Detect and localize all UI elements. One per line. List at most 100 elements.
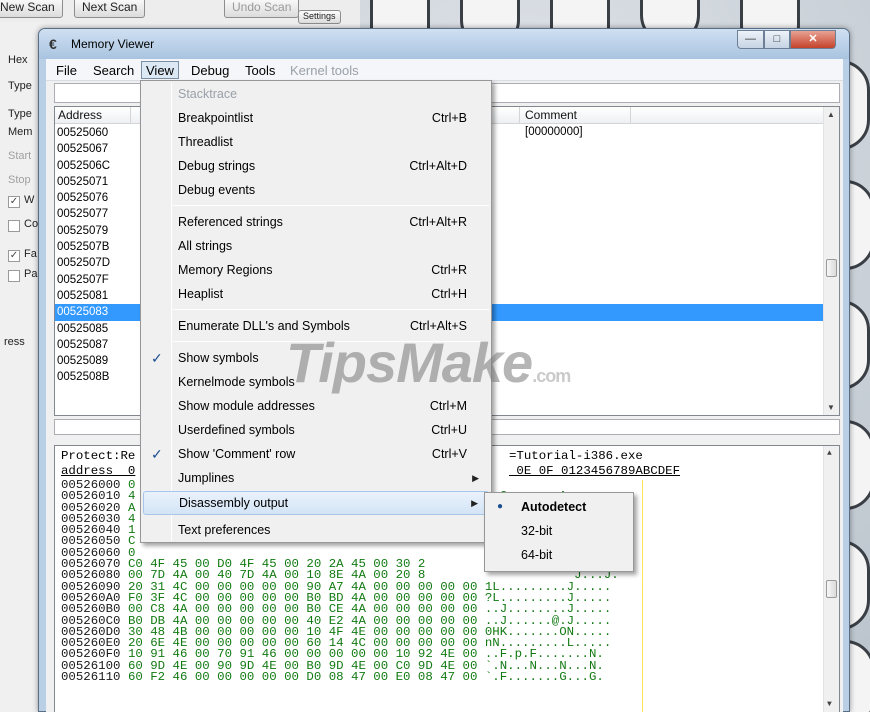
type-label-2: Type	[8, 108, 32, 120]
menu-separator	[173, 205, 489, 206]
module-info: =Tutorial-i386.exe	[509, 449, 643, 463]
background-toolbar: New Scan Next Scan Undo Scan Settings	[0, 0, 360, 24]
comment-value: [00000000]	[525, 126, 583, 138]
maximize-button[interactable]: □	[764, 30, 790, 49]
new-scan-button[interactable]: New Scan	[0, 0, 63, 18]
checkmark-icon: ✓	[151, 446, 163, 462]
cheat-engine-icon: €	[49, 36, 57, 52]
column-marker	[642, 480, 643, 712]
submenu-item-label: 64-bit	[521, 548, 553, 562]
menu-item-shortcut: Ctrl+B	[431, 111, 467, 125]
menu-bar: File Search View Debug Tools Kernel tool…	[46, 59, 843, 81]
menu-item-shortcut: Ctrl+H	[431, 287, 467, 301]
menu-item-label: Disassembly output	[179, 496, 289, 510]
scroll-down-icon[interactable]: ▼	[827, 700, 832, 709]
close-button[interactable]: ✕	[790, 30, 836, 49]
menu-item-threadlist[interactable]: Threadlist	[143, 131, 489, 155]
menu-search[interactable]: Search	[89, 62, 138, 80]
scroll-down-icon[interactable]: ▼	[827, 403, 835, 412]
watermark-text: TipsMake	[286, 331, 533, 394]
menu-tools[interactable]: Tools	[241, 62, 279, 80]
menu-item-label: Referenced strings	[178, 215, 283, 229]
fast-scan-label: Fa	[24, 248, 37, 260]
menu-item-label: All strings	[178, 239, 233, 253]
menu-item-text-preferences[interactable]: Text preferences	[143, 519, 489, 543]
menu-item-show-comment-row[interactable]: ✓ Show 'Comment' row Ctrl+V	[143, 443, 489, 467]
menu-item-breakpointlist[interactable]: Breakpointlist Ctrl+B	[143, 107, 489, 131]
submenu-item-autodetect[interactable]: ● Autodetect	[487, 496, 631, 520]
next-scan-button[interactable]: Next Scan	[74, 0, 146, 18]
menu-item-label: Kernelmode symbols	[178, 375, 295, 389]
submenu-arrow-icon: ▶	[471, 498, 478, 508]
menu-item-shortcut: Ctrl+Alt+R	[409, 215, 467, 229]
hex-row-ascii: `.F.......G...G.	[477, 670, 604, 685]
pause-checkbox[interactable]	[8, 270, 20, 282]
hex-row[interactable]: 00526110 60 F2 46 00 00 00 00 00 D0 08 4…	[61, 670, 626, 685]
view-menu-dropdown: Stacktrace Breakpointlist Ctrl+B Threadlist…	[140, 80, 492, 543]
menu-item-label: Show module addresses	[178, 399, 315, 413]
writable-checkbox[interactable]: ✓	[8, 196, 20, 208]
minimize-button[interactable]: —	[737, 30, 764, 49]
submenu-item-32-bit[interactable]: 32-bit	[487, 520, 631, 544]
settings-button[interactable]: Settings	[298, 10, 341, 24]
copy-on-write-checkbox[interactable]	[8, 220, 20, 232]
radio-dot-icon: ●	[497, 501, 504, 512]
menu-item-jumplines[interactable]: Jumplines ▶	[143, 467, 489, 491]
menu-item-shortcut: Ctrl+R	[431, 263, 467, 277]
menu-item-label: Show 'Comment' row	[178, 447, 296, 461]
fast-scan-checkbox[interactable]: ✓	[8, 250, 20, 262]
column-separator	[519, 107, 520, 124]
column-separator	[130, 107, 131, 124]
hex-scrollbar[interactable]: ▲ ▼	[823, 446, 839, 712]
menu-item-disassembly-output[interactable]: Disassembly output ▶	[143, 491, 489, 515]
menu-item-debug-strings[interactable]: Debug strings Ctrl+Alt+D	[143, 155, 489, 179]
scroll-up-icon[interactable]: ▲	[827, 110, 835, 119]
menu-item-label: Jumplines	[178, 471, 235, 485]
menu-item-label: Show symbols	[178, 351, 259, 365]
menu-debug[interactable]: Debug	[187, 62, 233, 80]
menu-item-label: Debug events	[178, 183, 256, 197]
menu-item-label: Stacktrace	[178, 87, 238, 101]
column-comment[interactable]: Comment	[525, 108, 577, 122]
menu-item-heaplist[interactable]: Heaplist Ctrl+H	[143, 283, 489, 307]
scroll-thumb[interactable]	[826, 259, 837, 277]
menu-item-stacktrace[interactable]: Stacktrace	[143, 83, 489, 107]
menu-view[interactable]: View	[141, 61, 179, 79]
scroll-thumb[interactable]	[826, 580, 837, 598]
hex-label: Hex	[8, 54, 28, 66]
menu-kernel-tools[interactable]: Kernel tools	[286, 62, 363, 80]
menu-item-shortcut: Ctrl+M	[429, 399, 467, 413]
protect-line: Protect:Re	[61, 449, 136, 463]
watermark-logo: TipsMake.com	[286, 330, 571, 395]
title-bar[interactable]: € Memory Viewer — □ ✕	[39, 29, 849, 59]
menu-item-shortcut: Ctrl+U	[431, 423, 467, 437]
copy-on-write-label: Co	[24, 218, 39, 230]
menu-item-all-strings[interactable]: All strings	[143, 235, 489, 259]
scroll-up-icon[interactable]: ▲	[827, 449, 832, 458]
menu-item-label: Debug strings	[178, 159, 256, 173]
submenu-item-64-bit[interactable]: 64-bit	[487, 544, 631, 568]
menu-item-referenced-strings[interactable]: Referenced strings Ctrl+Alt+R	[143, 211, 489, 235]
menu-item-label: Threadlist	[178, 135, 233, 149]
menu-item-show-module-addresses[interactable]: Show module addresses Ctrl+M	[143, 395, 489, 419]
column-separator	[630, 107, 631, 124]
disassembly-scrollbar[interactable]: ▲ ▼	[823, 107, 839, 415]
menu-item-shortcut: Ctrl+V	[431, 447, 467, 461]
undo-scan-button[interactable]: Undo Scan	[224, 0, 300, 18]
watermark-suffix: .com	[532, 366, 571, 386]
menu-item-label: Breakpointlist	[178, 111, 254, 125]
hex-row-address: 00526110	[61, 670, 121, 685]
address-label: ress	[4, 336, 25, 348]
menu-item-debug-events[interactable]: Debug events	[143, 179, 489, 203]
pause-label: Pa	[24, 268, 38, 280]
menu-item-userdefined-symbols[interactable]: Userdefined symbols Ctrl+U	[143, 419, 489, 443]
memory-label: Mem	[8, 126, 33, 138]
column-address[interactable]: Address	[58, 108, 102, 122]
submenu-arrow-icon: ▶	[472, 473, 479, 483]
menu-item-label: Userdefined symbols	[178, 423, 295, 437]
submenu-item-label: 32-bit	[521, 524, 553, 538]
menu-item-memory-regions[interactable]: Memory Regions Ctrl+R	[143, 259, 489, 283]
window-title: Memory Viewer	[71, 37, 155, 51]
menu-file[interactable]: File	[52, 62, 81, 80]
menu-item-shortcut: Ctrl+Alt+D	[409, 159, 467, 173]
